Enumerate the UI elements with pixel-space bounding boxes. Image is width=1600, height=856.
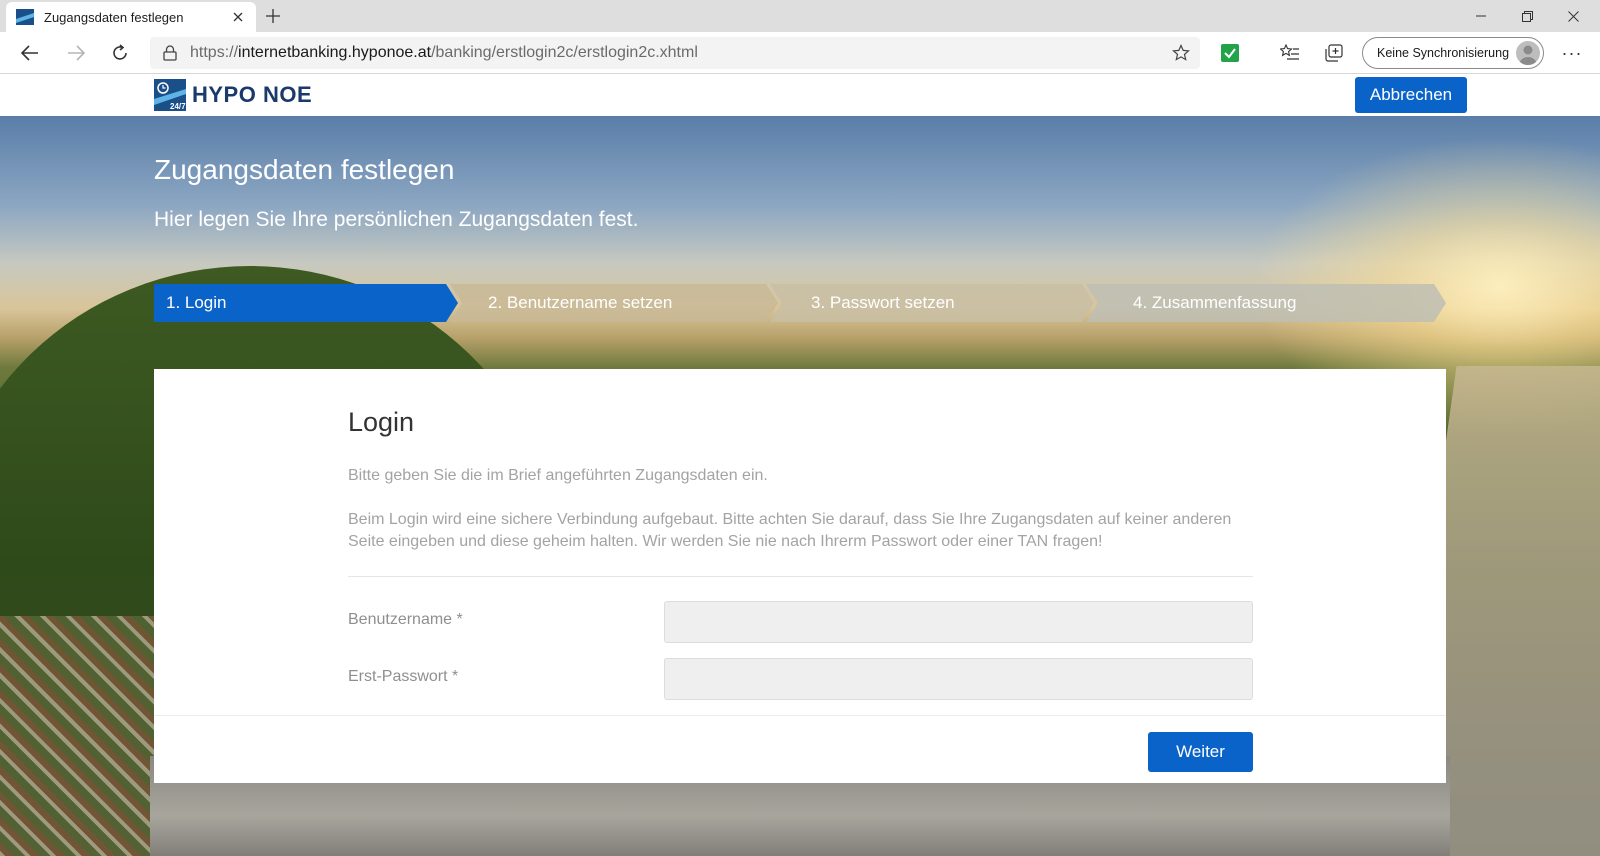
close-window-icon[interactable] [1550, 0, 1596, 32]
divider [348, 576, 1253, 577]
card-title: Login [348, 407, 415, 437]
step-3-label: 3. Passwort setzen [811, 293, 955, 312]
sync-label: Keine Synchronisierung [1377, 46, 1510, 60]
new-tab-icon[interactable] [262, 5, 284, 27]
username-label: Benutzername * [348, 611, 463, 628]
profile-avatar-icon [1516, 41, 1540, 65]
password-label: Erst-Passwort * [348, 668, 459, 685]
site-header: 24/7 HYPO NOE Abbrechen [0, 74, 1600, 116]
favorite-star-icon[interactable] [1170, 43, 1192, 63]
url-text: https://internetbanking.hyponoe.at/banki… [190, 44, 698, 61]
hypo-noe-logo[interactable]: 24/7 HYPO NOE [154, 79, 312, 111]
profile-sync-button[interactable]: Keine Synchronisierung [1362, 37, 1544, 69]
page-subtitle: Hier legen Sie Ihre persönlichen Zugangs… [154, 208, 639, 231]
browser-tab-active[interactable]: Zugangsdaten festlegen [6, 2, 256, 32]
tab-close-icon[interactable] [230, 9, 246, 25]
cancel-button[interactable]: Abbrechen [1355, 77, 1467, 113]
browser-toolbar: https://internetbanking.hyponoe.at/banki… [0, 32, 1600, 74]
restore-icon[interactable] [1504, 0, 1550, 32]
lock-icon[interactable] [150, 37, 190, 69]
logo-badge: 24/7 [170, 102, 186, 111]
forward-arrow-icon[interactable] [60, 38, 92, 68]
collections-icon[interactable] [1318, 38, 1350, 68]
step-1-label: 1. Login [166, 293, 227, 312]
extension-check-icon[interactable] [1214, 38, 1246, 68]
minimize-icon[interactable] [1458, 0, 1504, 32]
tab-title: Zugangsdaten festlegen [44, 9, 184, 25]
hypo-logo-mark-icon: 24/7 [154, 79, 186, 111]
page-title: Zugangsdaten festlegen [154, 154, 455, 185]
browser-tab-strip: Zugangsdaten festlegen [0, 0, 1600, 32]
hero-village [0, 616, 160, 856]
card-intro: Bitte geben Sie die im Brief angeführten… [348, 467, 768, 484]
logo-text: HYPO NOE [192, 82, 313, 107]
login-card: Login Bitte geben Sie die im Brief angef… [154, 369, 1446, 783]
address-bar[interactable]: https://internetbanking.hyponoe.at/banki… [150, 37, 1200, 69]
hypo-favicon-icon [16, 9, 34, 25]
more-menu-icon[interactable]: ··· [1556, 38, 1588, 68]
favorites-list-icon[interactable] [1274, 38, 1306, 68]
step-progress: 1. Login 2. Benutzername setzen 3. Passw… [154, 284, 1446, 322]
refresh-icon[interactable] [104, 38, 136, 68]
step-4-label: 4. Zusammenfassung [1133, 293, 1297, 312]
security-notice: Beim Login wird eine sichere Verbindung … [348, 511, 1232, 550]
next-button[interactable]: Weiter [1148, 732, 1253, 772]
footer-divider [154, 715, 1446, 716]
back-arrow-icon[interactable] [14, 38, 46, 68]
username-input[interactable] [664, 601, 1253, 643]
step-2-label: 2. Benutzername setzen [488, 293, 673, 312]
initial-password-input[interactable] [664, 658, 1253, 700]
